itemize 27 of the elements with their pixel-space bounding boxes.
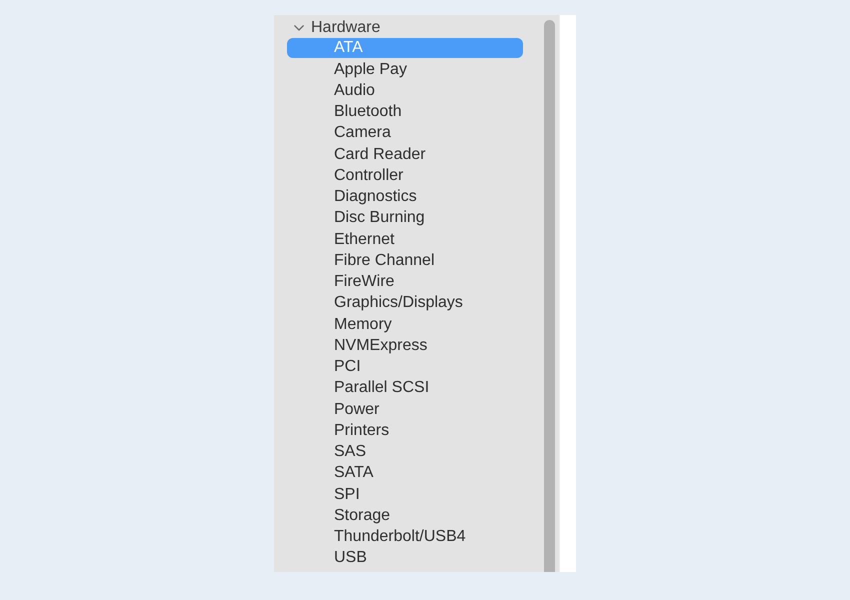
sidebar-item[interactable]: FireWire (287, 272, 523, 292)
sidebar-item[interactable]: PCI (287, 357, 523, 377)
sidebar-item[interactable]: Thunderbolt/USB4 (287, 527, 523, 547)
sidebar-item[interactable]: SAS (287, 442, 523, 462)
chevron-icon[interactable] (294, 24, 304, 31)
sidebar-item[interactable]: Bluetooth (287, 102, 523, 122)
section-header[interactable]: Hardware (274, 17, 543, 38)
sidebar-item[interactable]: Storage (287, 506, 523, 526)
sidebar-item[interactable]: Card Reader (287, 144, 523, 164)
sidebar-item[interactable]: Camera (287, 123, 523, 144)
sidebar-item[interactable]: Fibre Channel (287, 250, 523, 271)
sidebar-item[interactable]: Diagnostics (287, 187, 523, 207)
sidebar-item[interactable]: NVMExpress (287, 336, 523, 356)
sidebar-item[interactable]: Ethernet (287, 230, 523, 250)
sidebar-item[interactable]: Memory (287, 314, 523, 334)
scrollbar-thumb[interactable] (544, 20, 554, 572)
sidebar-item[interactable]: Audio (287, 80, 523, 101)
sidebar-item[interactable]: Apple Pay (287, 60, 523, 80)
sidebar-item[interactable]: Disc Burning (287, 208, 523, 228)
sidebar-item[interactable]: Parallel SCSI (287, 378, 523, 398)
sidebar-item[interactable]: Printers (287, 420, 523, 441)
sidebar-item[interactable]: SPI (287, 484, 523, 504)
sidebar-item[interactable]: SATA (287, 463, 523, 484)
sidebar-item[interactable]: Controller (287, 166, 523, 186)
sidebar-item[interactable]: USB (287, 548, 523, 568)
sidebar-item[interactable]: Graphics/Displays (287, 293, 523, 314)
sidebar-item[interactable]: Power (287, 400, 523, 420)
